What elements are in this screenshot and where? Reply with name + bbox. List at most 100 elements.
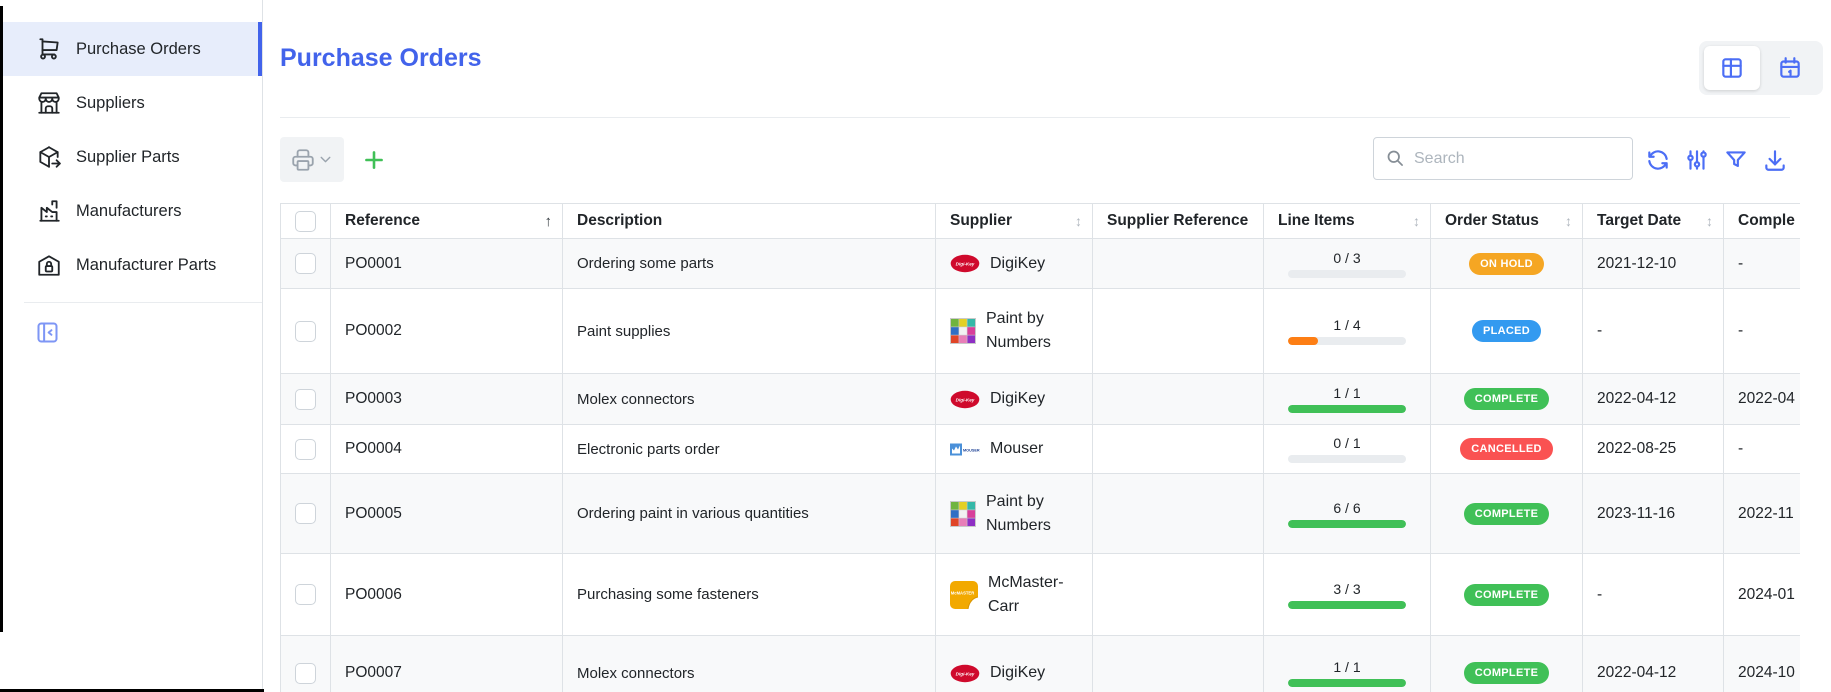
column-settings-button[interactable] — [1681, 144, 1712, 175]
supplier-name: Paint by Numbers — [986, 307, 1078, 355]
search-input[interactable] — [1414, 150, 1632, 168]
supplier-reference-cell — [1093, 239, 1264, 289]
sidebar-item-label: Purchase Orders — [76, 40, 201, 59]
row-checkbox[interactable] — [295, 503, 316, 524]
reference-cell: PO0005 — [331, 474, 563, 554]
supplier-logo-paint-by-numbers — [950, 318, 976, 344]
column-header-order-status[interactable]: Order Status↕ — [1431, 204, 1583, 239]
column-header-target-date[interactable]: Target Date↕ — [1583, 204, 1724, 239]
status-badge: COMPLETE — [1464, 584, 1550, 606]
sidebar-item-label: Manufacturers — [76, 202, 181, 221]
supplier-logo-digikey: Digi-Key — [950, 664, 980, 683]
sort-both-icon: ↕ — [1413, 213, 1420, 229]
supplier-name: McMaster-Carr — [988, 571, 1078, 619]
description-cell: Electronic parts order — [563, 425, 936, 474]
sidebar-item-manufacturer-parts[interactable]: Manufacturer Parts — [0, 238, 262, 292]
table-view-button[interactable] — [1704, 46, 1760, 90]
print-button[interactable] — [280, 137, 344, 182]
status-badge: COMPLETE — [1464, 388, 1550, 410]
reference-cell: PO0006 — [331, 554, 563, 636]
sidebar-item-label: Suppliers — [76, 94, 145, 113]
svg-text:MOUSER: MOUSER — [963, 448, 980, 452]
reference-cell: PO0002 — [331, 289, 563, 374]
select-all-header[interactable] — [281, 204, 331, 239]
table-row[interactable]: PO0002 Paint supplies Paint by Numbers 1… — [281, 289, 1801, 374]
supplier-reference-cell — [1093, 636, 1264, 692]
filter-button[interactable] — [1720, 144, 1751, 175]
row-checkbox[interactable] — [295, 439, 316, 460]
reference-cell: PO0004 — [331, 425, 563, 474]
supplier-logo-digikey: Digi-Key — [950, 254, 980, 273]
target-date-cell: 2022-04-12 — [1583, 636, 1724, 692]
column-header-supplier-reference[interactable]: Supplier Reference — [1093, 204, 1264, 239]
sidebar-item-label: Manufacturer Parts — [76, 256, 216, 275]
supplier-name: DigiKey — [990, 661, 1045, 685]
add-purchase-order-button[interactable] — [353, 139, 395, 181]
line-items-progress: 0 / 3 — [1288, 250, 1406, 278]
sidebar-item-supplier-parts[interactable]: Supplier Parts — [0, 130, 262, 184]
completion-date-cell: - — [1724, 239, 1801, 289]
line-items-progress: 1 / 4 — [1288, 317, 1406, 345]
completion-date-cell: - — [1724, 289, 1801, 374]
line-items-progress: 1 / 1 — [1288, 385, 1406, 413]
page-title: Purchase Orders — [280, 44, 482, 73]
table-row[interactable]: PO0004 Electronic parts order MOUSERMous… — [281, 425, 1801, 474]
column-header-completion-date[interactable]: Comple — [1724, 204, 1801, 239]
sort-both-icon: ↕ — [1706, 213, 1713, 229]
completion-date-cell: 2022-11 — [1724, 474, 1801, 554]
table-header-row: Reference↑ Description Supplier↕ Supplie… — [281, 204, 1801, 239]
supplier-logo-paint-by-numbers — [950, 501, 976, 527]
line-items-progress: 1 / 1 — [1288, 659, 1406, 687]
target-date-cell: 2022-04-12 — [1583, 374, 1724, 425]
download-icon — [1762, 147, 1788, 173]
svg-text:McMASTER: McMASTER — [951, 590, 975, 595]
table-row[interactable]: PO0005 Ordering paint in various quantit… — [281, 474, 1801, 554]
completion-date-cell: 2024-10 — [1724, 636, 1801, 692]
reference-cell: PO0001 — [331, 239, 563, 289]
sidebar-divider — [24, 302, 262, 303]
sidebar-item-purchase-orders[interactable]: Purchase Orders — [0, 22, 262, 76]
select-all-checkbox[interactable] — [295, 211, 316, 232]
view-toggle — [1699, 41, 1823, 95]
supplier-name: DigiKey — [990, 252, 1045, 276]
supplier-name: Paint by Numbers — [986, 490, 1078, 538]
table-row[interactable]: PO0006 Purchasing some fasteners McMASTE… — [281, 554, 1801, 636]
line-items-progress: 6 / 6 — [1288, 500, 1406, 528]
window-edge-left — [0, 6, 3, 632]
column-header-description[interactable]: Description — [563, 204, 936, 239]
calendar-view-button[interactable] — [1762, 46, 1818, 90]
sidebar-collapse-button[interactable] — [34, 319, 61, 349]
status-badge: CANCELLED — [1460, 438, 1553, 460]
target-date-cell: 2022-08-25 — [1583, 425, 1724, 474]
column-header-line-items[interactable]: Line Items↕ — [1264, 204, 1431, 239]
description-cell: Paint supplies — [563, 289, 936, 374]
factory-icon — [36, 198, 62, 224]
table-row[interactable]: PO0001 Ordering some parts Digi-KeyDigiK… — [281, 239, 1801, 289]
shopping-cart-icon — [36, 36, 62, 62]
row-checkbox[interactable] — [295, 321, 316, 342]
row-checkbox[interactable] — [295, 389, 316, 410]
sidebar-item-suppliers[interactable]: Suppliers — [0, 76, 262, 130]
column-header-reference[interactable]: Reference↑ — [331, 204, 563, 239]
row-checkbox[interactable] — [295, 663, 316, 684]
completion-date-cell: - — [1724, 425, 1801, 474]
line-items-progress: 3 / 3 — [1288, 581, 1406, 609]
table-row[interactable]: PO0007 Molex connectors Digi-KeyDigiKey … — [281, 636, 1801, 692]
sidebar-item-label: Supplier Parts — [76, 148, 180, 167]
completion-date-cell: 2024-01 — [1724, 554, 1801, 636]
column-header-supplier[interactable]: Supplier↕ — [936, 204, 1093, 239]
table-view-icon — [1719, 55, 1745, 81]
description-cell: Molex connectors — [563, 636, 936, 692]
warehouse-lock-icon — [36, 252, 62, 278]
row-checkbox[interactable] — [295, 584, 316, 605]
table-row[interactable]: PO0003 Molex connectors Digi-KeyDigiKey … — [281, 374, 1801, 425]
filter-icon — [1723, 147, 1749, 173]
row-checkbox[interactable] — [295, 253, 316, 274]
download-button[interactable] — [1759, 144, 1790, 175]
supplier-reference-cell — [1093, 425, 1264, 474]
target-date-cell: 2023-11-16 — [1583, 474, 1724, 554]
search-box — [1373, 137, 1633, 180]
refresh-button[interactable] — [1642, 144, 1673, 175]
sidebar-item-manufacturers[interactable]: Manufacturers — [0, 184, 262, 238]
storefront-icon — [36, 90, 62, 116]
